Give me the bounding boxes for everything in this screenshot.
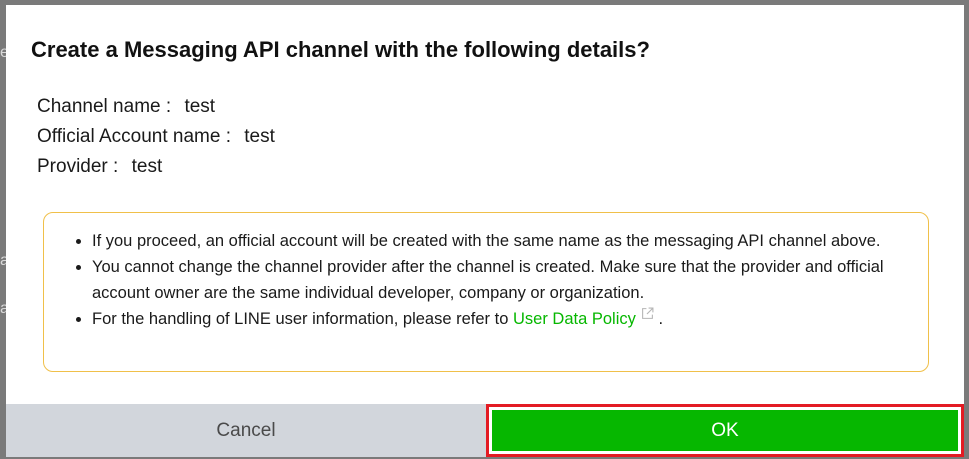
notice-text: For the handling of LINE user informatio… bbox=[92, 310, 509, 328]
detail-value: test bbox=[184, 96, 216, 117]
notice-item: For the handling of LINE user informatio… bbox=[92, 306, 910, 332]
ok-button-highlight: OK bbox=[486, 404, 964, 457]
detail-row-provider: Provider : test bbox=[37, 156, 275, 186]
external-link-icon bbox=[641, 307, 654, 319]
detail-row-channel-name: Channel name : test bbox=[37, 96, 275, 126]
user-data-policy-link[interactable]: User Data Policy bbox=[513, 307, 654, 328]
detail-label: Provider : bbox=[37, 156, 119, 177]
notice-text: . bbox=[658, 310, 664, 328]
ok-button[interactable]: OK bbox=[492, 410, 958, 451]
detail-label: Channel name : bbox=[37, 96, 172, 117]
dialog-footer: Cancel OK bbox=[6, 404, 964, 457]
notice-box: If you proceed, an official account will… bbox=[43, 212, 929, 372]
link-label: User Data Policy bbox=[513, 310, 636, 328]
detail-label: Official Account name : bbox=[37, 126, 231, 147]
notice-item: If you proceed, an official account will… bbox=[92, 228, 910, 254]
channel-details: Channel name : test Official Account nam… bbox=[37, 96, 275, 186]
notice-item: You cannot change the channel provider a… bbox=[92, 254, 910, 306]
create-channel-dialog: Create a Messaging API channel with the … bbox=[6, 5, 964, 457]
cancel-button[interactable]: Cancel bbox=[6, 404, 486, 457]
detail-value: test bbox=[131, 156, 163, 177]
detail-value: test bbox=[244, 126, 275, 147]
detail-row-official-account-name: Official Account name : test bbox=[37, 126, 275, 156]
notice-list: If you proceed, an official account will… bbox=[44, 213, 928, 332]
dialog-title: Create a Messaging API channel with the … bbox=[31, 37, 650, 62]
